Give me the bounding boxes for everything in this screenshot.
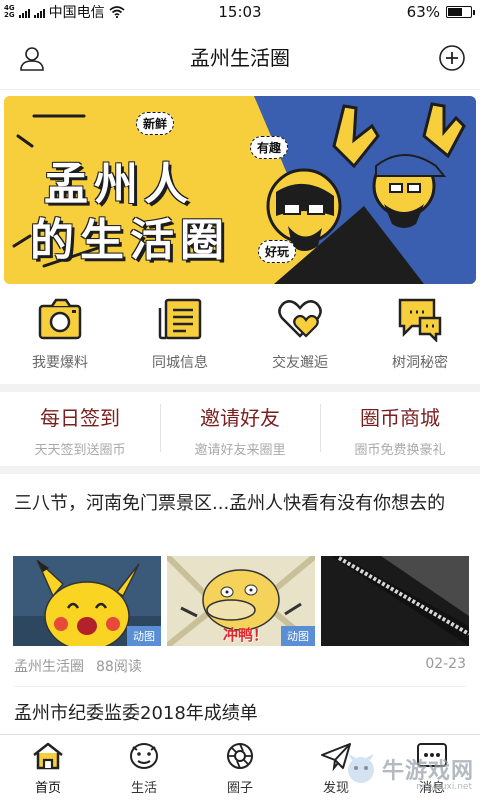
- action-title: 圈币商城: [360, 406, 440, 430]
- battery-fill: [448, 8, 462, 16]
- banner-line-1: 孟州人: [44, 159, 194, 210]
- page-title: 孟州生活圈: [190, 46, 290, 70]
- thumbnail-dark[interactable]: [321, 556, 469, 646]
- section-divider: [0, 466, 480, 474]
- feature-local-info[interactable]: 同城信息: [120, 296, 240, 382]
- article-reads: 88阅读: [96, 659, 142, 675]
- tab-label: 圈子: [226, 781, 253, 796]
- action-title: 每日签到: [40, 406, 120, 430]
- thumbnail-caption: 冲鸭！: [223, 626, 269, 644]
- feed-separator: [14, 686, 466, 687]
- action-subtitle: 邀请好友来圈里: [194, 443, 286, 458]
- document-icon: [158, 298, 202, 340]
- chat-bubbles-icon: [398, 298, 442, 342]
- watermark-text: 牛游戏网: [381, 759, 474, 784]
- dark-image: [321, 556, 469, 646]
- add-button[interactable]: [436, 42, 468, 74]
- tab-life[interactable]: 生活: [96, 735, 192, 800]
- battery-icon: [446, 6, 475, 18]
- article-date: 02-23: [425, 656, 466, 672]
- action-row: 每日签到 天天签到送圈币 邀请好友 邀请好友来圈里 圈币商城 圈币免费换豪礼: [0, 396, 480, 464]
- battery-area: 63%: [406, 3, 475, 21]
- site-watermark: 牛游戏网 niuyouxi.net: [344, 752, 474, 792]
- article-meta: 孟州生活圈 88阅读 02-23: [14, 656, 466, 676]
- feature-label: 同城信息: [152, 355, 208, 371]
- action-title: 邀请好友: [200, 406, 280, 430]
- feature-label: 树洞秘密: [392, 355, 448, 371]
- profile-button[interactable]: [16, 42, 48, 74]
- article-source: 孟州生活圈: [14, 659, 84, 675]
- banner-tag-fresh: 新鲜: [136, 112, 175, 135]
- gif-badge: 动图: [281, 626, 315, 646]
- action-subtitle: 天天签到送圈币: [34, 443, 126, 458]
- gif-badge: 动图: [127, 626, 161, 646]
- banner-tag-fun: 有趣: [250, 136, 289, 159]
- feature-grid: 我要爆料 同城信息 交友邂逅 树洞秘密: [0, 296, 480, 382]
- mascot-icon: [130, 743, 158, 769]
- tab-home[interactable]: 首页: [0, 735, 96, 800]
- status-bar: 4G 2G 中国电信 15:03 63%: [0, 0, 480, 24]
- feature-report[interactable]: 我要爆料: [0, 296, 120, 382]
- feature-label: 交友邂逅: [272, 355, 328, 371]
- tab-circle[interactable]: 圈子: [192, 735, 288, 800]
- feature-label: 我要爆料: [32, 355, 88, 371]
- user-icon: [20, 47, 44, 71]
- aperture-icon: [227, 743, 253, 769]
- section-divider: [0, 384, 480, 392]
- hearts-icon: [278, 300, 322, 338]
- article-title-2[interactable]: 孟州市纪委监委2018年成绩单: [14, 700, 466, 728]
- banner-tag-play: 好玩: [258, 240, 297, 263]
- daily-checkin-button[interactable]: 每日签到 天天签到送圈币: [0, 396, 160, 464]
- thumbnail-psyduck[interactable]: 冲鸭！ 动图: [167, 556, 315, 646]
- invite-friends-button[interactable]: 邀请好友 邀请好友来圈里: [160, 396, 320, 464]
- banner-line-2: 的生活圈: [30, 215, 230, 266]
- article-title[interactable]: 三八节，河南免门票景区...孟州人快看有没有你想去的: [14, 490, 466, 518]
- camera-icon: [38, 298, 82, 340]
- battery-percent: 63%: [406, 3, 440, 21]
- plus-circle-icon: [439, 45, 465, 71]
- app-header: 孟州生活圈: [0, 24, 480, 90]
- watermark-mascot-icon: [347, 754, 374, 783]
- feature-dating[interactable]: 交友邂逅: [240, 296, 360, 382]
- watermark-url: niuyouxi.net: [416, 782, 472, 792]
- tab-label: 首页: [34, 781, 61, 796]
- coin-mall-button[interactable]: 圈币商城 圈币免费换豪礼: [320, 396, 480, 464]
- article-thumbnails[interactable]: 动图 冲鸭！ 动图: [13, 556, 469, 646]
- feature-secrets[interactable]: 树洞秘密: [360, 296, 480, 382]
- tab-label: 生活: [130, 781, 157, 796]
- promo-banner[interactable]: 孟州人 的生活圈 新鲜 有趣 好玩: [4, 96, 476, 284]
- home-icon: [33, 742, 63, 770]
- action-subtitle: 圈币免费换豪礼: [354, 443, 446, 458]
- thumbnail-pikachu[interactable]: 动图: [13, 556, 161, 646]
